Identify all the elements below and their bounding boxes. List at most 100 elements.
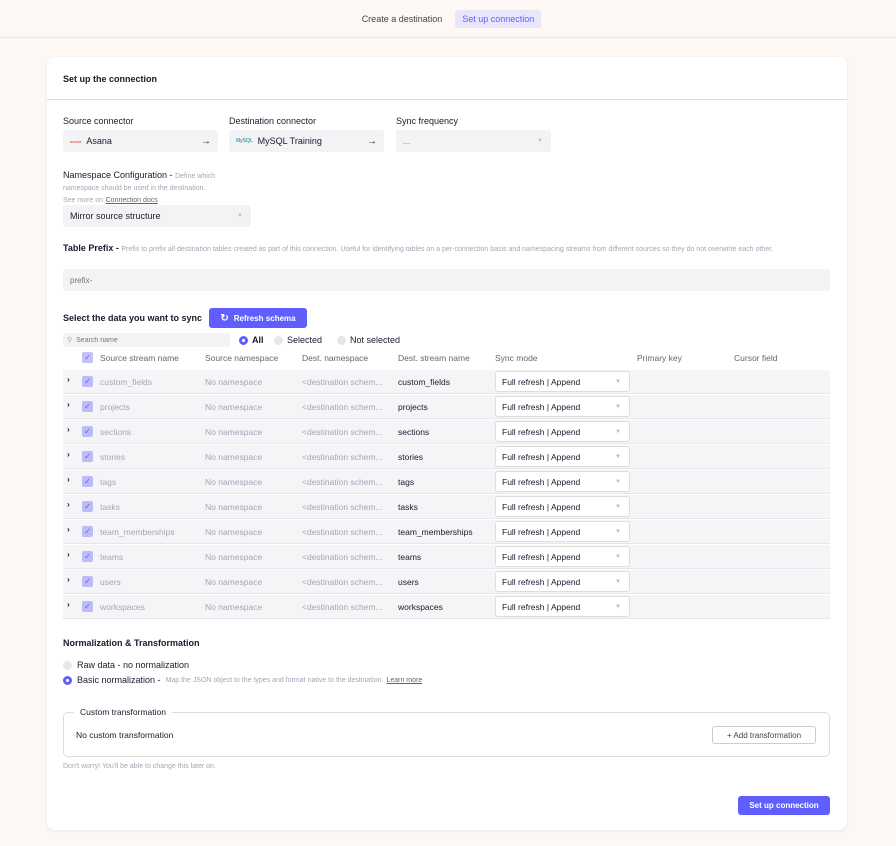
filter-not-selected[interactable]: Not selected: [337, 335, 400, 345]
chevron-down-icon: ▼: [615, 479, 621, 485]
dest-namespace: <destination schem...: [302, 427, 383, 437]
raw-data-label: Raw data - no normalization: [77, 660, 190, 670]
chevron-right-icon[interactable]: ›: [67, 474, 70, 484]
chevron-down-icon: ▼: [615, 579, 621, 585]
dest-stream-name: users: [398, 577, 419, 587]
source-stream-name: teams: [100, 552, 124, 562]
learn-more-link[interactable]: Learn more: [386, 677, 422, 684]
chevron-down-icon: ▼: [615, 379, 621, 385]
source-namespace: No namespace: [205, 577, 263, 587]
table-row: › ✓ stories No namespace <destination sc…: [63, 445, 830, 469]
dest-stream-name: workspaces: [398, 602, 443, 612]
destination-connector-field[interactable]: MySQL MySQL Training →: [229, 130, 384, 152]
arrow-right-icon[interactable]: →: [367, 136, 377, 147]
connection-docs-link[interactable]: Connection docs: [106, 197, 158, 204]
add-transformation-button[interactable]: + Add transformation: [712, 726, 816, 744]
sync-mode-select[interactable]: Full refresh | Append ▼: [495, 446, 630, 467]
dest-stream-name: projects: [398, 402, 428, 412]
chevron-down-icon: ▼: [615, 429, 621, 435]
sync-mode-select[interactable]: Full refresh | Append ▼: [495, 421, 630, 442]
chevron-right-icon[interactable]: ›: [67, 549, 70, 559]
basic-normalization-hint: Map the JSON object to the types and for…: [165, 676, 384, 684]
source-connector-field[interactable]: asana Asana →: [63, 130, 218, 152]
basic-normalization-label: Basic normalization -: [77, 675, 161, 685]
row-checkbox[interactable]: ✓: [82, 376, 93, 387]
row-checkbox[interactable]: ✓: [82, 551, 93, 562]
source-namespace: No namespace: [205, 427, 263, 437]
filter-selected[interactable]: Selected: [274, 335, 322, 345]
namespace-select[interactable]: Mirror source structure ▼: [63, 205, 251, 227]
row-checkbox[interactable]: ✓: [82, 576, 93, 587]
namespace-see-more: See more on: [63, 197, 104, 204]
filter-not-selected-radio[interactable]: [337, 335, 346, 345]
select-all-checkbox[interactable]: ✓: [82, 352, 93, 363]
search-field[interactable]: ⚲: [63, 333, 230, 347]
table-row: › ✓ teams No namespace <destination sche…: [63, 545, 830, 569]
column-source-stream-name: Source stream name: [100, 353, 179, 363]
basic-normalization-option[interactable]: Basic normalization - Map the JSON objec…: [63, 675, 422, 685]
row-checkbox[interactable]: ✓: [82, 426, 93, 437]
refresh-schema-button[interactable]: ↻ Refresh schema: [209, 308, 307, 328]
refresh-icon: ↻: [220, 312, 229, 324]
sync-mode-select[interactable]: Full refresh | Append ▼: [495, 546, 630, 567]
chevron-down-icon: ▼: [615, 454, 621, 460]
sync-frequency-select[interactable]: ... ▼: [396, 130, 551, 152]
chevron-right-icon[interactable]: ›: [67, 399, 70, 409]
source-stream-name: projects: [100, 402, 130, 412]
card-title: Set up the connection: [47, 57, 847, 100]
raw-data-radio[interactable]: [63, 660, 72, 670]
source-namespace: No namespace: [205, 477, 263, 487]
dest-namespace: <destination schem...: [302, 402, 383, 412]
normalization-title: Normalization & Transformation: [63, 638, 200, 648]
filter-all[interactable]: All: [239, 335, 264, 345]
sync-mode-select[interactable]: Full refresh | Append ▼: [495, 471, 630, 492]
table-prefix-hint: Prefix to prefix all destination tables …: [121, 246, 773, 253]
chevron-right-icon[interactable]: ›: [67, 449, 70, 459]
table-row: › ✓ team_memberships No namespace <desti…: [63, 520, 830, 544]
filter-all-radio[interactable]: [239, 335, 248, 345]
chevron-right-icon[interactable]: ›: [67, 524, 70, 534]
search-input[interactable]: [76, 336, 217, 344]
row-checkbox[interactable]: ✓: [82, 476, 93, 487]
sync-mode-select[interactable]: Full refresh | Append ▼: [495, 371, 630, 392]
raw-data-option[interactable]: Raw data - no normalization: [63, 660, 189, 670]
sync-mode-select[interactable]: Full refresh | Append ▼: [495, 396, 630, 417]
row-checkbox[interactable]: ✓: [82, 501, 93, 512]
chevron-right-icon[interactable]: ›: [67, 599, 70, 609]
sync-mode-select[interactable]: Full refresh | Append ▼: [495, 596, 630, 617]
sync-mode-select[interactable]: Full refresh | Append ▼: [495, 496, 630, 517]
namespace-value: Mirror source structure: [70, 211, 161, 221]
source-connector-label: Source connector: [63, 116, 134, 126]
step-create-destination[interactable]: Create a destination: [355, 10, 450, 28]
chevron-right-icon[interactable]: ›: [67, 424, 70, 434]
dest-namespace: <destination schem...: [302, 477, 383, 487]
row-checkbox[interactable]: ✓: [82, 601, 93, 612]
arrow-right-icon[interactable]: →: [201, 136, 211, 147]
sync-mode-select[interactable]: Full refresh | Append ▼: [495, 521, 630, 542]
set-up-connection-button[interactable]: Set up connection: [738, 796, 830, 815]
table-prefix-input[interactable]: [63, 269, 830, 291]
dest-stream-name: stories: [398, 452, 424, 462]
dest-stream-name: custom_fields: [398, 377, 450, 387]
source-stream-name: stories: [100, 452, 126, 462]
chevron-right-icon[interactable]: ›: [67, 374, 70, 384]
asana-logo-icon: asana: [70, 138, 82, 144]
source-namespace: No namespace: [205, 527, 263, 537]
column-dest-stream-name: Dest. stream name: [398, 353, 470, 363]
basic-normalization-radio[interactable]: [63, 675, 72, 685]
sync-mode-select[interactable]: Full refresh | Append ▼: [495, 571, 630, 592]
sync-mode-value: Full refresh | Append: [502, 527, 581, 537]
step-set-up-connection[interactable]: Set up connection: [455, 9, 542, 28]
chevron-down-icon: ▼: [537, 138, 543, 144]
row-checkbox[interactable]: ✓: [82, 451, 93, 462]
filter-selected-radio[interactable]: [274, 335, 283, 345]
row-checkbox[interactable]: ✓: [82, 526, 93, 537]
custom-transformation-box: Custom transformation No custom transfor…: [63, 707, 830, 757]
stepper: Create a destination Set up connection: [0, 0, 896, 38]
chevron-right-icon[interactable]: ›: [67, 574, 70, 584]
source-stream-name: tasks: [100, 502, 120, 512]
chevron-right-icon[interactable]: ›: [67, 499, 70, 509]
destination-connector-label: Destination connector: [229, 116, 317, 126]
row-checkbox[interactable]: ✓: [82, 401, 93, 412]
table-row: › ✓ tags No namespace <destination schem…: [63, 470, 830, 494]
